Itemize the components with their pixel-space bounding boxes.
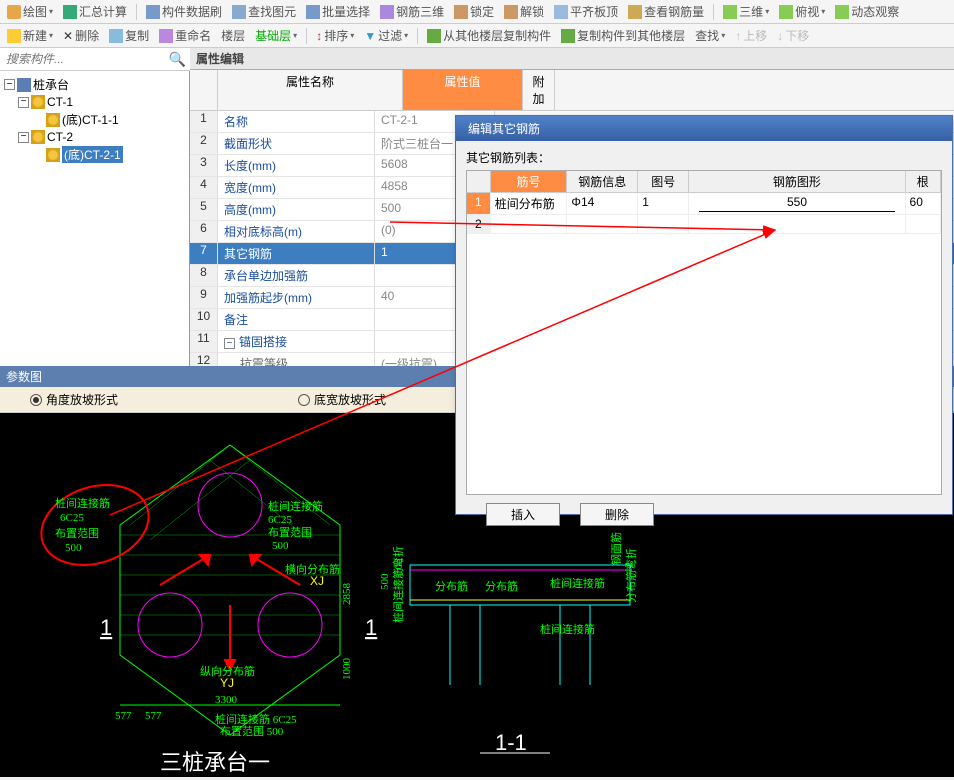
dialog-title: 编辑其它钢筋 [468, 120, 540, 137]
svg-text:6C25: 6C25 [268, 514, 292, 526]
svg-text:桩间连接筋 6C25: 桩间连接筋 6C25 [215, 712, 297, 726]
svg-text:2858: 2858 [341, 583, 353, 606]
expand-icon[interactable]: − [4, 79, 15, 90]
tree-ct2[interactable]: − CT-2 [4, 129, 185, 145]
tree-root[interactable]: − 桩承台 [4, 75, 185, 94]
flat-top[interactable]: 平齐板顶 [551, 2, 621, 21]
search-icon[interactable]: 🔍 [169, 51, 186, 68]
radio-icon [30, 394, 42, 406]
batch-select[interactable]: 批量选择 [303, 2, 373, 21]
radio-icon [298, 394, 310, 406]
copy-from-other[interactable]: 从其他楼层复制构件 [424, 26, 554, 45]
find-elem[interactable]: 查找图元 [229, 2, 299, 21]
col-shape[interactable]: 钢筋图形 [689, 171, 905, 192]
svg-text:577: 577 [115, 710, 132, 722]
svg-text:3300: 3300 [215, 694, 238, 706]
svg-text:布置范围: 布置范围 [55, 526, 99, 540]
new-btn[interactable]: 新建▾ [4, 26, 56, 45]
tree-ct1-1[interactable]: (底)CT-1-1 [4, 110, 185, 129]
copy-to-other[interactable]: 复制构件到其他楼层 [558, 26, 688, 45]
svg-text:577: 577 [145, 710, 162, 722]
filter-btn[interactable]: ▼过滤▾ [361, 26, 411, 45]
gear-icon [46, 148, 60, 162]
svg-text:分布筋弯折: 分布筋弯折 [624, 548, 638, 603]
svg-text:分布筋: 分布筋 [435, 579, 468, 593]
dialog-list-label: 其它钢筋列表： [466, 149, 942, 166]
svg-text:10d: 10d [393, 558, 405, 575]
svg-text:500: 500 [272, 540, 289, 552]
copy-btn[interactable]: 复制 [106, 26, 152, 45]
svg-text:1: 1 [100, 615, 112, 640]
svg-text:12: 12 [623, 562, 635, 573]
prop-head-name: 属性名称 [218, 70, 403, 110]
view-steel[interactable]: 查看钢筋量 [625, 2, 707, 21]
sort-btn[interactable]: ↕排序▾ [313, 26, 357, 45]
gear-icon [31, 95, 45, 109]
svg-text:布置范围: 布置范围 [268, 525, 312, 539]
col-jin[interactable]: 筋号 [491, 171, 568, 192]
steel-3d[interactable]: 钢筋三维 [377, 2, 447, 21]
base-floor-dd[interactable]: 基础层▾ [252, 26, 300, 45]
main-toolbar: 绘图▾ 汇总计算 构件数据刷 查找图元 批量选择 钢筋三维 锁定 解锁 平齐板顶… [0, 0, 954, 24]
tree-ct2-1[interactable]: (底)CT-2-1 [4, 145, 185, 164]
rebar-table: 筋号 钢筋信息 图号 钢筋图形 根 1桩间分布筋Φ141550602 [466, 170, 942, 495]
svg-text:分布筋: 分布筋 [485, 579, 518, 593]
svg-text:500: 500 [379, 573, 391, 590]
opt-angle[interactable]: 角度放坡形式 [30, 391, 118, 408]
gear-icon [31, 130, 45, 144]
table-row[interactable]: 2 [467, 215, 941, 234]
svg-text:桩间连接筋: 桩间连接筋 [55, 496, 110, 510]
tree-ct1[interactable]: − CT-1 [4, 94, 185, 110]
svg-text:三桩承台一: 三桩承台一 [160, 750, 270, 775]
unlock[interactable]: 解锁 [501, 2, 547, 21]
folder-icon [17, 78, 31, 92]
svg-text:1: 1 [365, 615, 377, 640]
data-brush[interactable]: 构件数据刷 [143, 2, 225, 21]
delete-button[interactable]: 删除 [580, 503, 654, 526]
property-panel-title: 属性编辑 [190, 48, 954, 70]
prop-head-add: 附加 [523, 70, 555, 110]
move-down: ↓下移 [774, 26, 812, 45]
prop-head-val[interactable]: 属性值 [403, 70, 523, 110]
svg-text:500: 500 [65, 542, 82, 554]
view-3d[interactable]: 三维▾ [720, 2, 772, 21]
svg-text:XJ: XJ [310, 574, 324, 588]
svg-text:1000: 1000 [341, 658, 353, 681]
svg-text:桩间连接筋: 桩间连接筋 [550, 576, 605, 590]
col-info[interactable]: 钢筋信息 [567, 171, 638, 192]
find-btn[interactable]: 查找▾ [692, 26, 728, 45]
svg-text:6C25: 6C25 [60, 512, 84, 524]
dyn-view[interactable]: 动态观察 [832, 2, 902, 21]
top-view[interactable]: 俯视▾ [776, 2, 828, 21]
floor-dd[interactable]: 楼层 [218, 26, 248, 45]
svg-text:桩间连接筋: 桩间连接筋 [268, 499, 323, 513]
svg-text:桩间连接筋弯折: 桩间连接筋弯折 [391, 546, 405, 623]
sum-calc[interactable]: 汇总计算 [60, 2, 130, 21]
search-bar: 🔍 [0, 48, 190, 71]
expand-icon[interactable]: − [18, 97, 29, 108]
svg-text:布置范围 500: 布置范围 500 [220, 724, 284, 738]
lock[interactable]: 锁定 [451, 2, 497, 21]
edit-rebar-dialog: 编辑其它钢筋 其它钢筋列表： 筋号 钢筋信息 图号 钢筋图形 根 1桩间分布筋Φ… [455, 115, 953, 515]
search-input[interactable] [4, 50, 169, 68]
col-th[interactable]: 图号 [638, 171, 689, 192]
secondary-toolbar: 新建▾ ✕删除 复制 重命名 楼层 基础层▾ ↕排序▾ ▼过滤▾ 从其他楼层复制… [0, 24, 954, 48]
rename-btn[interactable]: 重命名 [156, 26, 214, 45]
draw-tool[interactable]: 绘图▾ [4, 2, 56, 21]
col-gen[interactable]: 根 [906, 171, 941, 192]
opt-bottom[interactable]: 底宽放坡形式 [298, 391, 386, 408]
gear-icon [46, 113, 60, 127]
svg-text:YJ: YJ [220, 676, 234, 690]
move-up: ↑上移 [732, 26, 770, 45]
dialog-titlebar[interactable]: 编辑其它钢筋 [456, 116, 952, 141]
svg-text:1-1: 1-1 [495, 730, 527, 755]
delete-btn[interactable]: ✕删除 [60, 26, 102, 45]
table-row[interactable]: 1桩间分布筋Φ14155060 [467, 193, 941, 215]
insert-button[interactable]: 插入 [486, 503, 560, 526]
svg-text:桩间连接筋: 桩间连接筋 [540, 622, 595, 636]
expand-icon[interactable]: − [18, 132, 29, 143]
